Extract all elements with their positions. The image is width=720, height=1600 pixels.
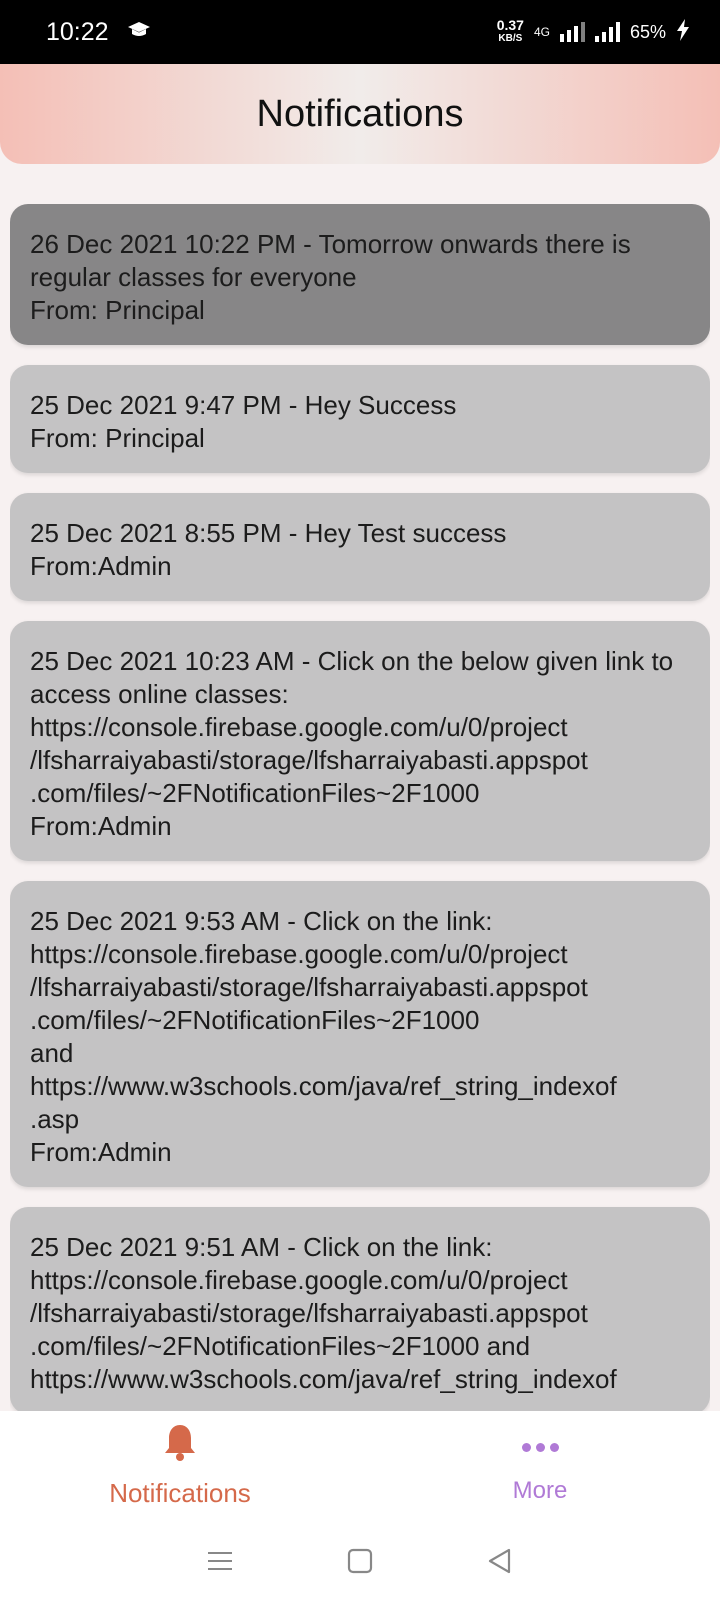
- nav-more-label: More: [512, 1477, 568, 1504]
- nav-more[interactable]: More: [360, 1411, 720, 1521]
- notification-card[interactable]: 26 Dec 2021 10:22 PM - Tomorrow onwards …: [10, 204, 710, 345]
- menu-icon[interactable]: [200, 1541, 240, 1581]
- notification-text: 26 Dec 2021 10:22 PM - Tomorrow onwards …: [30, 229, 631, 325]
- notification-card[interactable]: 25 Dec 2021 8:55 PM - Hey Test success F…: [10, 493, 710, 601]
- notification-text: 25 Dec 2021 8:55 PM - Hey Test success F…: [30, 518, 507, 581]
- more-dots-icon: [521, 1427, 559, 1467]
- graduation-cap-icon: [127, 20, 151, 45]
- notification-text: 25 Dec 2021 9:51 AM - Click on the link:…: [30, 1232, 617, 1394]
- notification-card[interactable]: 25 Dec 2021 10:23 AM - Click on the belo…: [10, 621, 710, 861]
- notification-card[interactable]: 25 Dec 2021 9:53 AM - Click on the link:…: [10, 881, 710, 1187]
- notification-card[interactable]: 25 Dec 2021 9:47 PM - Hey Success From: …: [10, 365, 710, 473]
- status-time: 10:22: [46, 17, 109, 46]
- status-bar: 10:22 0.37 KB/S 4G 65%: [0, 0, 720, 64]
- back-icon[interactable]: [480, 1541, 520, 1581]
- nav-notifications[interactable]: Notifications: [0, 1411, 360, 1521]
- status-right: 0.37 KB/S 4G 65%: [496, 17, 690, 46]
- system-navigation-bar: [0, 1521, 720, 1600]
- speed-unit: KB/S: [498, 33, 523, 44]
- notification-text: 25 Dec 2021 9:53 AM - Click on the link:…: [30, 906, 617, 1167]
- signal-icon-2: [594, 22, 620, 42]
- bottom-navigation: Notifications More: [0, 1411, 720, 1521]
- bell-icon: [162, 1423, 198, 1468]
- network-type: 4G: [533, 25, 550, 39]
- network-speed: 0.37 KB/S: [496, 17, 524, 45]
- page-title: Notifications: [256, 92, 464, 135]
- signal-icon-1: [559, 22, 585, 42]
- speed-value: 0.37: [496, 17, 524, 33]
- app-header: Notifications: [0, 64, 720, 164]
- notification-list[interactable]: 26 Dec 2021 10:22 PM - Tomorrow onwards …: [10, 204, 710, 1411]
- status-left: 10:22: [46, 18, 151, 47]
- home-icon[interactable]: [340, 1541, 380, 1581]
- notification-card[interactable]: 25 Dec 2021 9:51 AM - Click on the link:…: [10, 1207, 710, 1411]
- charging-icon: [676, 18, 690, 46]
- battery-level: 65%: [629, 21, 666, 42]
- notification-text: 25 Dec 2021 10:23 AM - Click on the belo…: [30, 646, 674, 841]
- notification-text: 25 Dec 2021 9:47 PM - Hey Success From: …: [30, 390, 457, 453]
- nav-notifications-label: Notifications: [109, 1478, 251, 1508]
